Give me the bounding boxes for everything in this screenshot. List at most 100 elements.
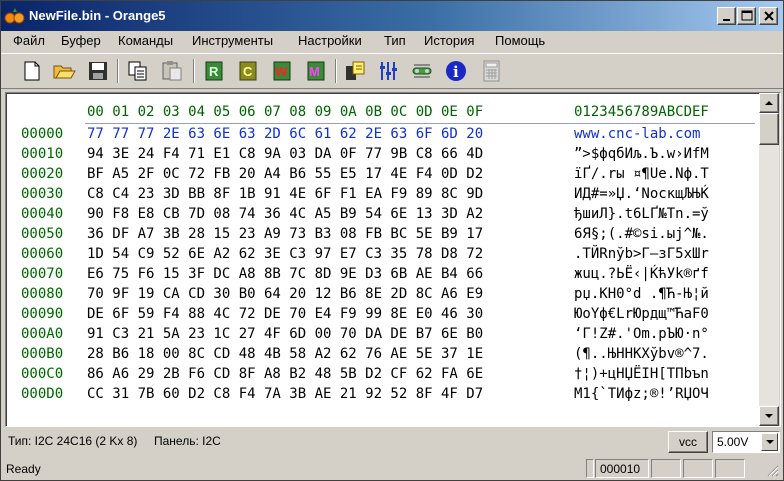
copy-icon — [128, 61, 147, 81]
chip-read-icon: R — [205, 61, 223, 81]
row-ascii-text[interactable]: (¶..ЊНHKXўbv®^7. — [574, 344, 709, 364]
row-address: 00080 — [21, 286, 64, 302]
folder-open-icon — [53, 65, 76, 79]
hex-row[interactable]: 00090 DE 6F 59 F4 88 4C 72 DE 70 E4 F9 99… — [7, 304, 757, 324]
row-ascii-text[interactable]: †¦)+цНЏЁІH[ТПbъn — [574, 364, 709, 384]
compare-chip-button[interactable]: C — [235, 58, 261, 84]
row-ascii-text[interactable]: 6Я§;(.#©sі.ыј^№. — [574, 224, 709, 244]
read-chip-button[interactable]: R — [201, 58, 227, 84]
toolbar-separator — [335, 59, 337, 83]
chip-type-label: Тип: I2C 24C16 (2 Kx 8) — [8, 434, 138, 448]
paste-button[interactable] — [159, 58, 185, 84]
info-icon: i — [446, 61, 466, 81]
scroll-up-button[interactable] — [759, 93, 779, 113]
maximize-button[interactable] — [737, 7, 756, 25]
vertical-scrollbar[interactable] — [759, 93, 779, 426]
status-cell-empty — [586, 459, 594, 478]
row-ascii-text[interactable]: ЮoYф€LrЮpдщ™ЋаF0 — [574, 304, 709, 324]
voltage-select[interactable]: 5.00V — [712, 431, 780, 453]
settings-sliders-button[interactable] — [375, 58, 401, 84]
calculator-button[interactable] — [479, 58, 505, 84]
close-button[interactable] — [759, 7, 778, 25]
ascii-column-header: 0123456789ABCDEF — [574, 104, 709, 120]
row-address: 00020 — [21, 166, 64, 182]
scroll-down-button[interactable] — [759, 406, 779, 426]
hex-header-row: 00 01 02 03 04 05 06 07 08 09 0A 0B 0C 0… — [7, 102, 757, 122]
menu-buffer[interactable]: Буфер — [61, 33, 101, 48]
write-label: W — [275, 64, 288, 79]
scroll-thumb[interactable] — [759, 113, 779, 145]
minimize-button[interactable] — [717, 7, 736, 25]
row-ascii-text[interactable]: М1{`ТИфz;®!’RЏOЧ — [574, 384, 709, 404]
hex-row[interactable]: 000B0 28 B6 18 00 8C CD 48 4B 58 A2 62 76… — [7, 344, 757, 364]
menu-commands[interactable]: Команды — [118, 33, 173, 48]
hex-row[interactable]: 000D0 CC 31 7B 60 D2 C8 F4 7A 3B AE 21 92… — [7, 384, 757, 404]
hex-row[interactable]: 000A0 91 C3 21 5A 23 1C 27 4F 6D 00 70 DA… — [7, 324, 757, 344]
hex-row[interactable]: 00040 90 F8 E8 CB 7D 08 74 36 4C A5 B9 54… — [7, 204, 757, 224]
row-ascii-text[interactable]: www.cnc-lab.com — [574, 124, 709, 144]
vcc-button[interactable]: vcc — [668, 431, 708, 453]
hex-column-header: 00 01 02 03 04 05 06 07 08 09 0A 0B 0C 0… — [87, 104, 484, 120]
mode-chip-button[interactable]: M — [303, 58, 329, 84]
row-hex-bytes[interactable]: 70 9F 19 CA CD 30 B0 64 20 12 B6 8E 2D 8… — [87, 284, 483, 304]
info-label: i — [453, 63, 459, 81]
menu-help[interactable]: Помощь — [495, 33, 545, 48]
menu-tools[interactable]: Инструменты — [192, 33, 273, 48]
menu-type[interactable]: Тип — [384, 33, 406, 48]
row-ascii-text[interactable]: ‘Г!Z#.'Om.pЪЮ·n° — [574, 324, 709, 344]
hex-view[interactable]: 00 01 02 03 04 05 06 07 08 09 0A 0B 0C 0… — [6, 93, 759, 426]
row-hex-bytes[interactable]: 1D 54 C9 52 6E A2 62 3E C3 97 E7 C3 35 7… — [87, 244, 483, 264]
tools-button[interactable] — [409, 58, 435, 84]
row-hex-bytes[interactable]: 28 B6 18 00 8C CD 48 4B 58 A2 62 76 AE 5… — [87, 344, 483, 364]
hex-row[interactable]: 00030 C8 C4 23 3D BB 8F 1B 91 4E 6F F1 EA… — [7, 184, 757, 204]
about-button[interactable]: i — [443, 58, 469, 84]
chip-select-button[interactable] — [342, 58, 368, 84]
row-hex-bytes[interactable]: CC 31 7B 60 D2 C8 F4 7A 3B AE 21 92 52 8… — [87, 384, 483, 404]
row-ascii-text[interactable]: ђшиЛ}.t6LҐ№Tn.=ў — [574, 204, 709, 224]
status-text: Ready — [6, 462, 41, 476]
hex-row[interactable]: 00010 94 3E 24 F4 71 E1 C8 9A 03 DA 0F 77… — [7, 144, 757, 164]
row-hex-bytes[interactable]: E6 75 F6 15 3F DC A8 8B 7C 8D 9E D3 6B A… — [87, 264, 483, 284]
hex-row[interactable]: 000C0 86 A6 29 2B F6 CD 8F A8 B2 48 5B D2… — [7, 364, 757, 384]
hex-row[interactable]: 00070 E6 75 F6 15 3F DC A8 8B 7C 8D 9E D3… — [7, 264, 757, 284]
row-ascii-text[interactable]: ”>$фqбИљ.Ъ.w›ИfM — [574, 144, 709, 164]
open-file-button[interactable] — [51, 58, 77, 84]
row-hex-bytes[interactable]: 94 3E 24 F4 71 E1 C8 9A 03 DA 0F 77 9B C… — [87, 144, 483, 164]
new-file-button[interactable] — [19, 58, 45, 84]
row-ascii-text[interactable]: .TЙRnўb>Г—зГ5xШr — [574, 244, 709, 264]
menu-file[interactable]: Файл — [13, 33, 45, 48]
hex-row[interactable]: 00050 36 DF A7 3B 28 15 23 A9 73 B3 08 FB… — [7, 224, 757, 244]
row-ascii-text[interactable]: жuц.?ЬЁ‹|ЌћУk®ґf — [574, 264, 709, 284]
row-hex-bytes[interactable]: DE 6F 59 F4 88 4C 72 DE 70 E4 F9 99 8E E… — [87, 304, 483, 324]
row-hex-bytes[interactable]: 86 A6 29 2B F6 CD 8F A8 B2 48 5B D2 CF 6… — [87, 364, 483, 384]
row-ascii-text[interactable]: ИД#=»Џ.‘NoскщЉЊЌ — [574, 184, 709, 204]
row-address: 00030 — [21, 186, 64, 202]
save-file-button[interactable] — [85, 58, 111, 84]
voltage-dropdown-button[interactable] — [761, 433, 778, 451]
hex-row[interactable]: 00020 BF A5 2F 0C 72 FB 20 A4 B6 55 E5 17… — [7, 164, 757, 184]
menu-history[interactable]: История — [424, 33, 474, 48]
hex-row[interactable]: 00080 70 9F 19 CA CD 30 B0 64 20 12 B6 8E… — [7, 284, 757, 304]
toolbar-separator — [193, 59, 195, 83]
row-ascii-text[interactable]: pџ.КН0°d .¶Ћ-Њ¦й — [574, 284, 709, 304]
menu-bar: Файл Буфер Команды Инструменты Настройки… — [1, 31, 783, 51]
row-hex-bytes[interactable]: 77 77 77 2E 63 6E 63 2D 6C 61 62 2E 63 6… — [87, 124, 483, 144]
paste-icon — [162, 61, 182, 81]
hex-row[interactable]: 00060 1D 54 C9 52 6E A2 62 3E C3 97 E7 C3… — [7, 244, 757, 264]
row-ascii-text[interactable]: їҐ/.rы ¤¶Uе.Nф.Т — [574, 164, 709, 184]
row-address: 000D0 — [21, 386, 64, 402]
app-window: NewFile.bin - Orange5 Файл Буфер Команды… — [0, 0, 784, 481]
hex-row[interactable]: 00000 77 77 77 2E 63 6E 63 2D 6C 61 62 2E… — [7, 124, 757, 144]
title-bar: NewFile.bin - Orange5 — [1, 1, 783, 31]
resize-grip-icon[interactable] — [765, 463, 779, 477]
close-icon — [764, 11, 774, 21]
status-cell-4 — [715, 459, 745, 478]
row-hex-bytes[interactable]: 91 C3 21 5A 23 1C 27 4F 6D 00 70 DA DE B… — [87, 324, 483, 344]
write-chip-button[interactable]: W — [269, 58, 295, 84]
copy-button[interactable] — [125, 58, 151, 84]
row-hex-bytes[interactable]: 36 DF A7 3B 28 15 23 A9 73 B3 08 FB BC 5… — [87, 224, 483, 244]
menu-settings[interactable]: Настройки — [298, 33, 362, 48]
row-hex-bytes[interactable]: C8 C4 23 3D BB 8F 1B 91 4E 6F F1 EA F9 8… — [87, 184, 483, 204]
row-hex-bytes[interactable]: 90 F8 E8 CB 7D 08 74 36 4C A5 B9 54 6E 1… — [87, 204, 483, 224]
row-hex-bytes[interactable]: BF A5 2F 0C 72 FB 20 A4 B6 55 E5 17 4E F… — [87, 164, 483, 184]
